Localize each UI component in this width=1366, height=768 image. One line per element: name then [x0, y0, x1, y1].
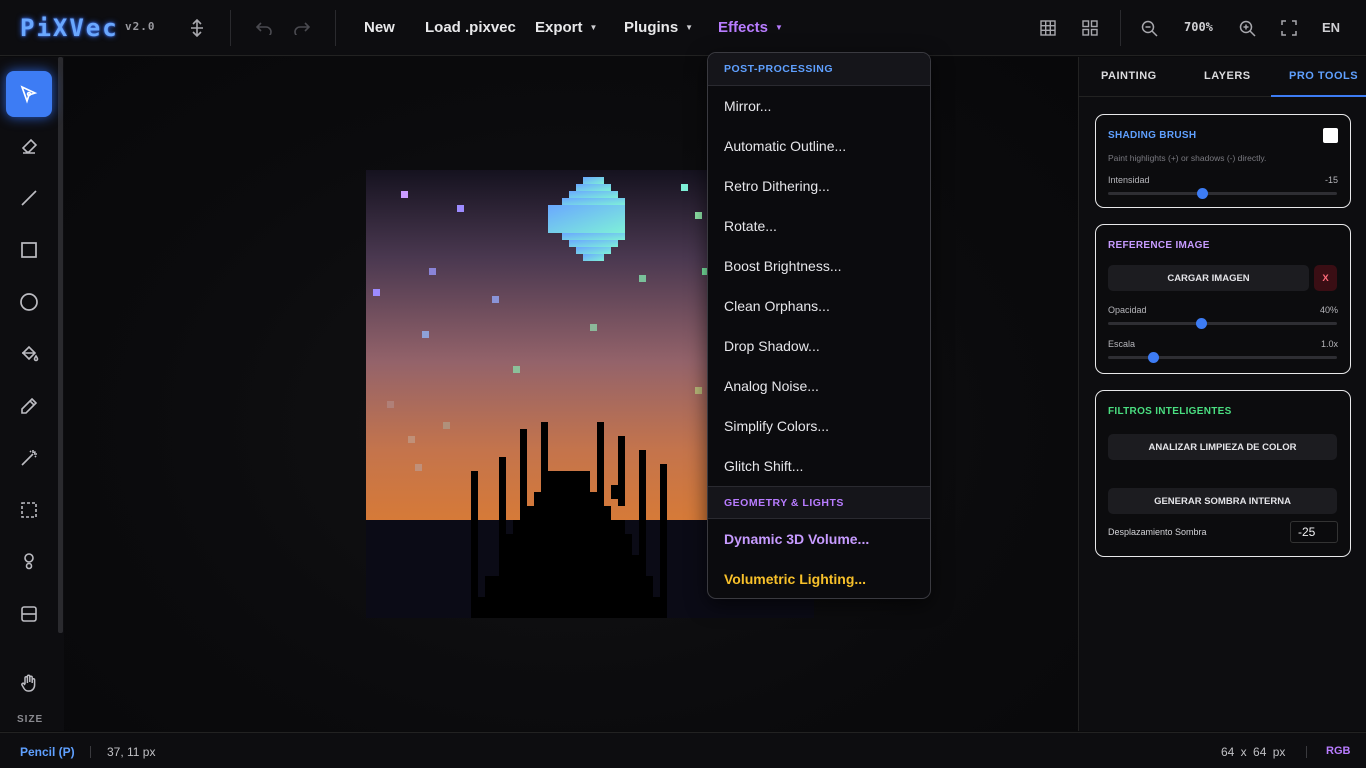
color-mode: RGB [1326, 745, 1351, 757]
menu-effects[interactable]: Effects ▼ [718, 19, 783, 36]
top-bar: PiXVec v2.0 New Load .pixvec Export ▼ Plu… [0, 0, 1366, 56]
rectangle-tool[interactable] [6, 227, 52, 273]
intensity-slider[interactable] [1108, 188, 1337, 199]
opacity-slider[interactable] [1108, 318, 1337, 329]
menu-new-label: New [364, 19, 395, 36]
mirror-split-tool[interactable] [6, 591, 52, 637]
chevron-down-icon: ▼ [589, 23, 598, 32]
smart-filters-title: FILTROS INTELIGENTES [1108, 406, 1232, 417]
app-logo: PiXVec [20, 14, 119, 42]
menu-item-analog-noise[interactable]: Analog Noise... [724, 378, 819, 394]
menu-item-outline[interactable]: Automatic Outline... [724, 138, 846, 154]
hand-pan-tool[interactable] [6, 660, 52, 706]
menu-item-rotate[interactable]: Rotate... [724, 218, 777, 234]
status-divider [1306, 746, 1307, 758]
menu-export[interactable]: Export ▼ [535, 19, 597, 36]
language-switch[interactable]: EN [1322, 20, 1340, 35]
menu-new[interactable]: New [364, 19, 395, 36]
toolbar-divider [335, 10, 336, 46]
shadow-offset-input[interactable]: -25 [1290, 521, 1338, 543]
shading-brush-title: SHADING BRUSH [1108, 130, 1197, 141]
menu-item-simplify-colors[interactable]: Simplify Colors... [724, 418, 829, 434]
generate-inner-shadow-button[interactable]: GENERAR SOMBRA INTERNA [1108, 488, 1337, 514]
zoom-in-icon[interactable] [1235, 16, 1259, 40]
pencil-tool[interactable] [6, 71, 52, 117]
status-bar: Pencil (P) 37, 11 px 64 x 64 px RGB [0, 732, 1366, 768]
menu-plugins[interactable]: Plugins ▼ [624, 19, 693, 36]
zoom-level: 700% [1184, 20, 1213, 34]
size-label: SIZE [17, 714, 44, 725]
zoom-out-icon[interactable] [1137, 16, 1161, 40]
opacity-label: Opacidad [1108, 305, 1147, 315]
flip-vertical-icon[interactable] [185, 16, 209, 40]
shading-brush-toggle[interactable] [1323, 128, 1338, 143]
scale-value: 1.0x [1320, 339, 1338, 349]
line-tool[interactable] [6, 175, 52, 221]
tool-palette: SIZE [0, 57, 64, 731]
toolbar-divider [230, 10, 231, 46]
fit-screen-icon[interactable] [1277, 16, 1301, 40]
canvas-dimensions: 64 x 64 px [1221, 745, 1286, 759]
smart-filters-card: FILTROS INTELIGENTES ANALIZAR LIMPIEZA D… [1095, 390, 1351, 557]
chevron-down-icon: ▼ [685, 23, 694, 32]
menu-load-label: Load .pixvec [425, 19, 516, 36]
app-version: v2.0 [125, 20, 156, 33]
magic-wand-tool[interactable] [6, 435, 52, 481]
reference-image-title: REFERENCE IMAGE [1108, 240, 1210, 251]
tile-view-icon[interactable] [1078, 16, 1102, 40]
cursor-coordinates: 37, 11 px [107, 745, 156, 759]
undo-icon[interactable] [252, 16, 276, 40]
fill-bucket-tool[interactable] [6, 331, 52, 377]
properties-panel: PAINTING LAYERS PRO TOOLS SHADING BRUSH … [1078, 57, 1366, 731]
scale-label: Escala [1108, 339, 1136, 349]
menu-item-glitch-shift[interactable]: Glitch Shift... [724, 458, 803, 474]
scale-slider[interactable] [1108, 352, 1337, 363]
grid-icon[interactable] [1036, 16, 1060, 40]
menu-effects-label: Effects [718, 19, 769, 36]
selection-tool[interactable] [6, 487, 52, 533]
panel-tabs: PAINTING LAYERS PRO TOOLS [1079, 57, 1366, 97]
menu-item-clean-orphans[interactable]: Clean Orphans... [724, 298, 830, 314]
shading-brush-description: Paint highlights (+) or shadows (-) dire… [1108, 153, 1267, 163]
remove-image-button[interactable]: X [1314, 265, 1337, 291]
eraser-tool[interactable] [6, 123, 52, 169]
menu-export-label: Export [535, 19, 583, 36]
menu-item-brightness[interactable]: Boost Brightness... [724, 258, 842, 274]
load-image-button[interactable]: CARGAR IMAGEN [1108, 265, 1309, 291]
redo-icon[interactable] [290, 16, 314, 40]
menu-plugins-label: Plugins [624, 19, 679, 36]
analyze-color-button[interactable]: ANALIZAR LIMPIEZA DE COLOR [1108, 434, 1337, 460]
menu-item-dithering[interactable]: Retro Dithering... [724, 178, 830, 194]
toolbar-divider [1120, 10, 1121, 46]
tab-painting[interactable]: PAINTING [1101, 70, 1157, 82]
shadow-offset-label: Desplazamiento Sombra [1108, 527, 1207, 537]
eyedropper-tool[interactable] [6, 383, 52, 429]
ellipse-tool[interactable] [6, 279, 52, 325]
active-tool-status: Pencil (P) [20, 745, 75, 759]
menu-load[interactable]: Load .pixvec [425, 19, 516, 36]
toolbar-scrollbar[interactable] [58, 57, 63, 633]
opacity-slider-knob[interactable] [1196, 318, 1207, 329]
intensity-slider-knob[interactable] [1197, 188, 1208, 199]
opacity-value: 40% [1319, 305, 1338, 315]
section-post-processing: POST-PROCESSING [708, 53, 930, 86]
tab-pro-tools[interactable]: PRO TOOLS [1289, 70, 1358, 82]
shading-brush-card: SHADING BRUSH Paint highlights (+) or sh… [1095, 114, 1351, 208]
section-geometry-lights: GEOMETRY & LIGHTS [708, 486, 930, 519]
chevron-down-icon: ▼ [775, 23, 783, 32]
menu-item-drop-shadow[interactable]: Drop Shadow... [724, 338, 820, 354]
effects-dropdown: POST-PROCESSING Mirror... Automatic Outl… [707, 52, 931, 599]
menu-item-mirror[interactable]: Mirror... [724, 98, 771, 114]
intensity-value: -15 [1324, 175, 1338, 185]
menu-item-volumetric-lighting[interactable]: Volumetric Lighting... [724, 571, 866, 587]
scale-slider-knob[interactable] [1148, 352, 1159, 363]
reference-image-card: REFERENCE IMAGE CARGAR IMAGEN X Opacidad… [1095, 224, 1351, 374]
lasso-tool[interactable] [6, 539, 52, 585]
menu-item-3d-volume[interactable]: Dynamic 3D Volume... [724, 531, 869, 547]
active-tab-indicator [1271, 95, 1366, 97]
status-divider [90, 746, 91, 758]
tab-layers[interactable]: LAYERS [1204, 70, 1251, 82]
intensity-label: Intensidad [1108, 175, 1150, 185]
